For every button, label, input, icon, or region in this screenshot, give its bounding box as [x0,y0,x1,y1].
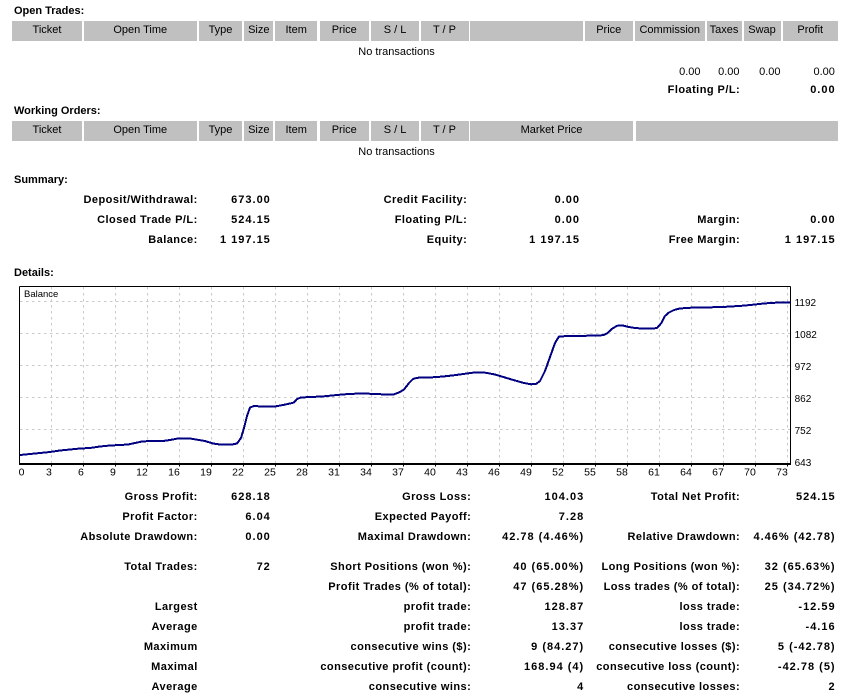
svg-text:3: 3 [46,467,52,479]
svg-text:12: 12 [136,467,148,479]
svg-text:6: 6 [78,467,84,479]
svg-text:43: 43 [456,467,468,479]
svg-text:25: 25 [264,467,276,479]
svg-text:46: 46 [488,467,500,479]
svg-text:70: 70 [744,467,756,479]
svg-text:Balance: Balance [24,289,58,300]
svg-text:40: 40 [424,467,436,479]
svg-text:52: 52 [552,467,564,479]
svg-text:643: 643 [795,458,812,469]
svg-text:19: 19 [200,467,212,479]
svg-text:73: 73 [776,467,788,479]
svg-text:22: 22 [232,467,244,479]
svg-text:49: 49 [520,467,532,479]
svg-text:61: 61 [648,467,660,479]
svg-text:37: 37 [392,467,404,479]
svg-text:64: 64 [680,467,692,479]
svg-text:55: 55 [584,467,596,479]
svg-text:9: 9 [110,467,116,479]
svg-text:1082: 1082 [795,330,818,341]
svg-text:0: 0 [19,467,25,479]
svg-text:58: 58 [616,467,628,479]
svg-text:16: 16 [168,467,180,479]
svg-text:34: 34 [360,467,372,479]
svg-text:972: 972 [795,362,812,373]
svg-text:28: 28 [296,467,308,479]
svg-text:752: 752 [795,426,812,437]
svg-text:67: 67 [712,467,724,479]
svg-text:31: 31 [328,467,340,479]
svg-text:862: 862 [795,394,812,405]
svg-text:1192: 1192 [795,298,817,309]
